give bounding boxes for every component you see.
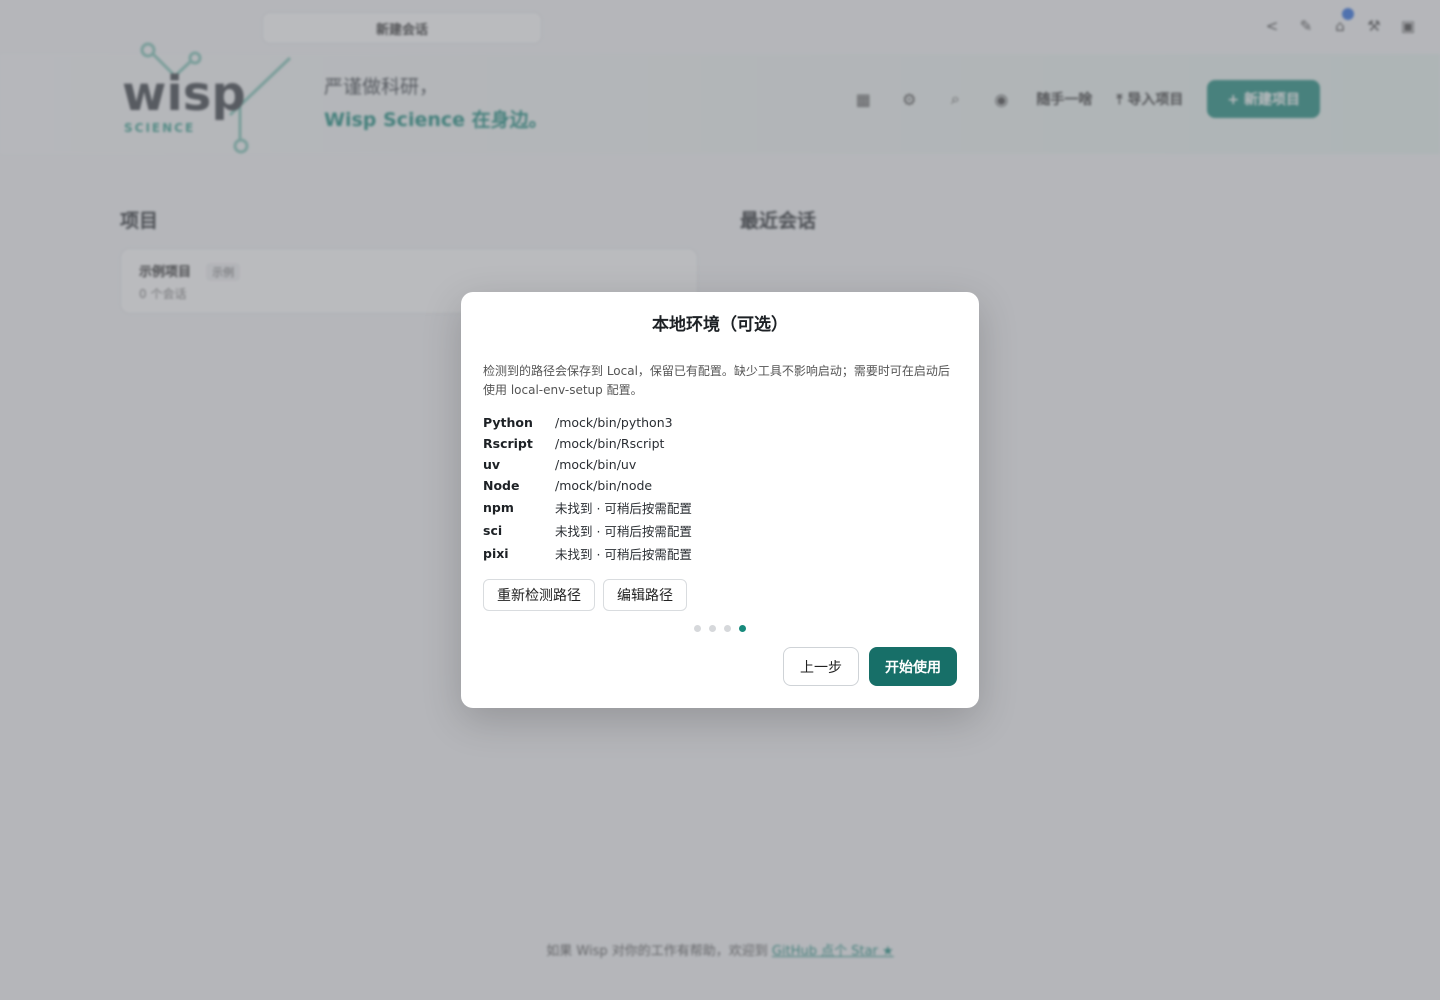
env-value: /mock/bin/node xyxy=(555,478,653,493)
step-dot xyxy=(709,625,716,632)
env-missing-value: 未找到 · 可稍后按需配置 xyxy=(555,524,692,539)
env-row-uv: uv /mock/bin/uv xyxy=(483,454,957,475)
env-row-node: Node /mock/bin/node xyxy=(483,475,957,496)
step-dot-active xyxy=(739,625,746,632)
env-row-pixi: pixi 未找到 · 可稍后按需配置 xyxy=(483,542,957,565)
env-key: sci xyxy=(483,523,503,538)
env-key: pixi xyxy=(483,546,509,561)
env-value: /mock/bin/Rscript xyxy=(555,436,665,451)
redetect-paths-button[interactable]: 重新检测路径 xyxy=(483,579,595,611)
env-key: uv xyxy=(483,457,501,472)
env-key: npm xyxy=(483,500,514,515)
edit-paths-button[interactable]: 编辑路径 xyxy=(603,579,687,611)
env-value: /mock/bin/uv xyxy=(555,457,637,472)
step-indicator xyxy=(483,625,957,632)
path-actions: 重新检测路径 编辑路径 xyxy=(483,579,957,611)
dialog-description: 检测到的路径会保存到 Local，保留已有配置。缺少工具不影响启动；需要时可在启… xyxy=(483,364,950,397)
env-row-npm: npm 未找到 · 可稍后按需配置 xyxy=(483,496,957,519)
env-key: Python xyxy=(483,415,533,430)
env-path-list: Python /mock/bin/python3 Rscript /mock/b… xyxy=(483,412,957,565)
env-row-sci: sci 未找到 · 可稍后按需配置 xyxy=(483,519,957,542)
env-value: /mock/bin/python3 xyxy=(555,415,673,430)
get-started-button[interactable]: 开始使用 xyxy=(869,647,957,686)
env-missing-value: 未找到 · 可稍后按需配置 xyxy=(555,501,692,516)
previous-step-button[interactable]: 上一步 xyxy=(783,647,859,686)
env-row-rscript: Rscript /mock/bin/Rscript xyxy=(483,433,957,454)
env-row-python: Python /mock/bin/python3 xyxy=(483,412,957,433)
dialog-footer: 上一步 开始使用 xyxy=(783,647,957,686)
env-key: Node xyxy=(483,478,520,493)
env-missing-value: 未找到 · 可稍后按需配置 xyxy=(555,547,692,562)
dialog-title: 本地环境（可选） xyxy=(652,315,788,335)
env-key: Rscript xyxy=(483,436,533,451)
local-env-dialog: 本地环境（可选） 检测到的路径会保存到 Local，保留已有配置。缺少工具不影响… xyxy=(461,292,979,708)
step-dot xyxy=(694,625,701,632)
step-dot xyxy=(724,625,731,632)
